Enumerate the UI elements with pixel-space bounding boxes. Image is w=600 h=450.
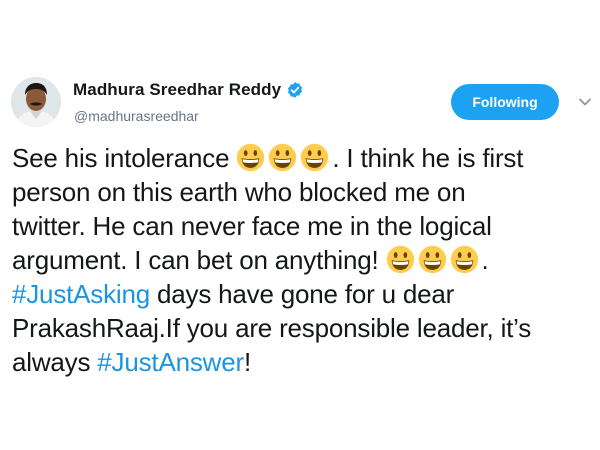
tweet-line: #JustAsking days have gone for u dear [12,277,597,311]
tweet-line: person on this earth who blocked me on [12,177,466,207]
grinning-face-emoji-icon [268,143,297,172]
tweet-text-segment: . I think he is first [332,143,524,173]
display-name[interactable]: Madhura Sreedhar Reddy [73,80,281,100]
tweet-line: always #JustAnswer! [12,345,597,379]
hashtag-link-justasking[interactable]: #JustAsking [12,279,150,309]
author-name-row: Madhura Sreedhar Reddy [73,80,304,100]
tweet-line: See his intolerance . I think he is firs… [12,141,597,175]
grinning-face-emoji-icon [450,245,479,274]
tweet-text-segment: . [481,245,489,275]
tweet-line: twitter. He can never face me in the log… [12,211,492,241]
tweet-text: See his intolerance . I think he is firs… [12,141,597,379]
tweet-text-segment: days have gone for u dear [149,279,455,309]
user-handle[interactable]: @madhurasreedhar [74,108,199,124]
tweet-card: Madhura Sreedhar Reddy @madhurasreedhar … [0,0,600,450]
tweet-line: PrakashRaaj.If you are responsible leade… [12,313,532,343]
tweet-line: argument. I can bet on anything! . [12,243,597,277]
grinning-face-emoji-icon [386,245,415,274]
chevron-down-icon[interactable] [577,94,593,110]
tweet-text-segment: always [12,347,98,377]
grinning-face-emoji-icon [300,143,329,172]
verified-badge-icon [286,81,304,99]
tweet-text-segment: See his intolerance [12,143,230,173]
user-avatar-photo-icon [11,77,61,127]
tweet-text-segment: ! [243,347,251,377]
grinning-face-emoji-icon [236,143,265,172]
grinning-face-emoji-icon [418,245,447,274]
hashtag-link-justanswer[interactable]: #JustAnswer [97,347,244,377]
tweet-text-segment: argument. I can bet on anything! [12,245,379,275]
following-button[interactable]: Following [451,84,559,120]
avatar[interactable] [11,77,61,127]
